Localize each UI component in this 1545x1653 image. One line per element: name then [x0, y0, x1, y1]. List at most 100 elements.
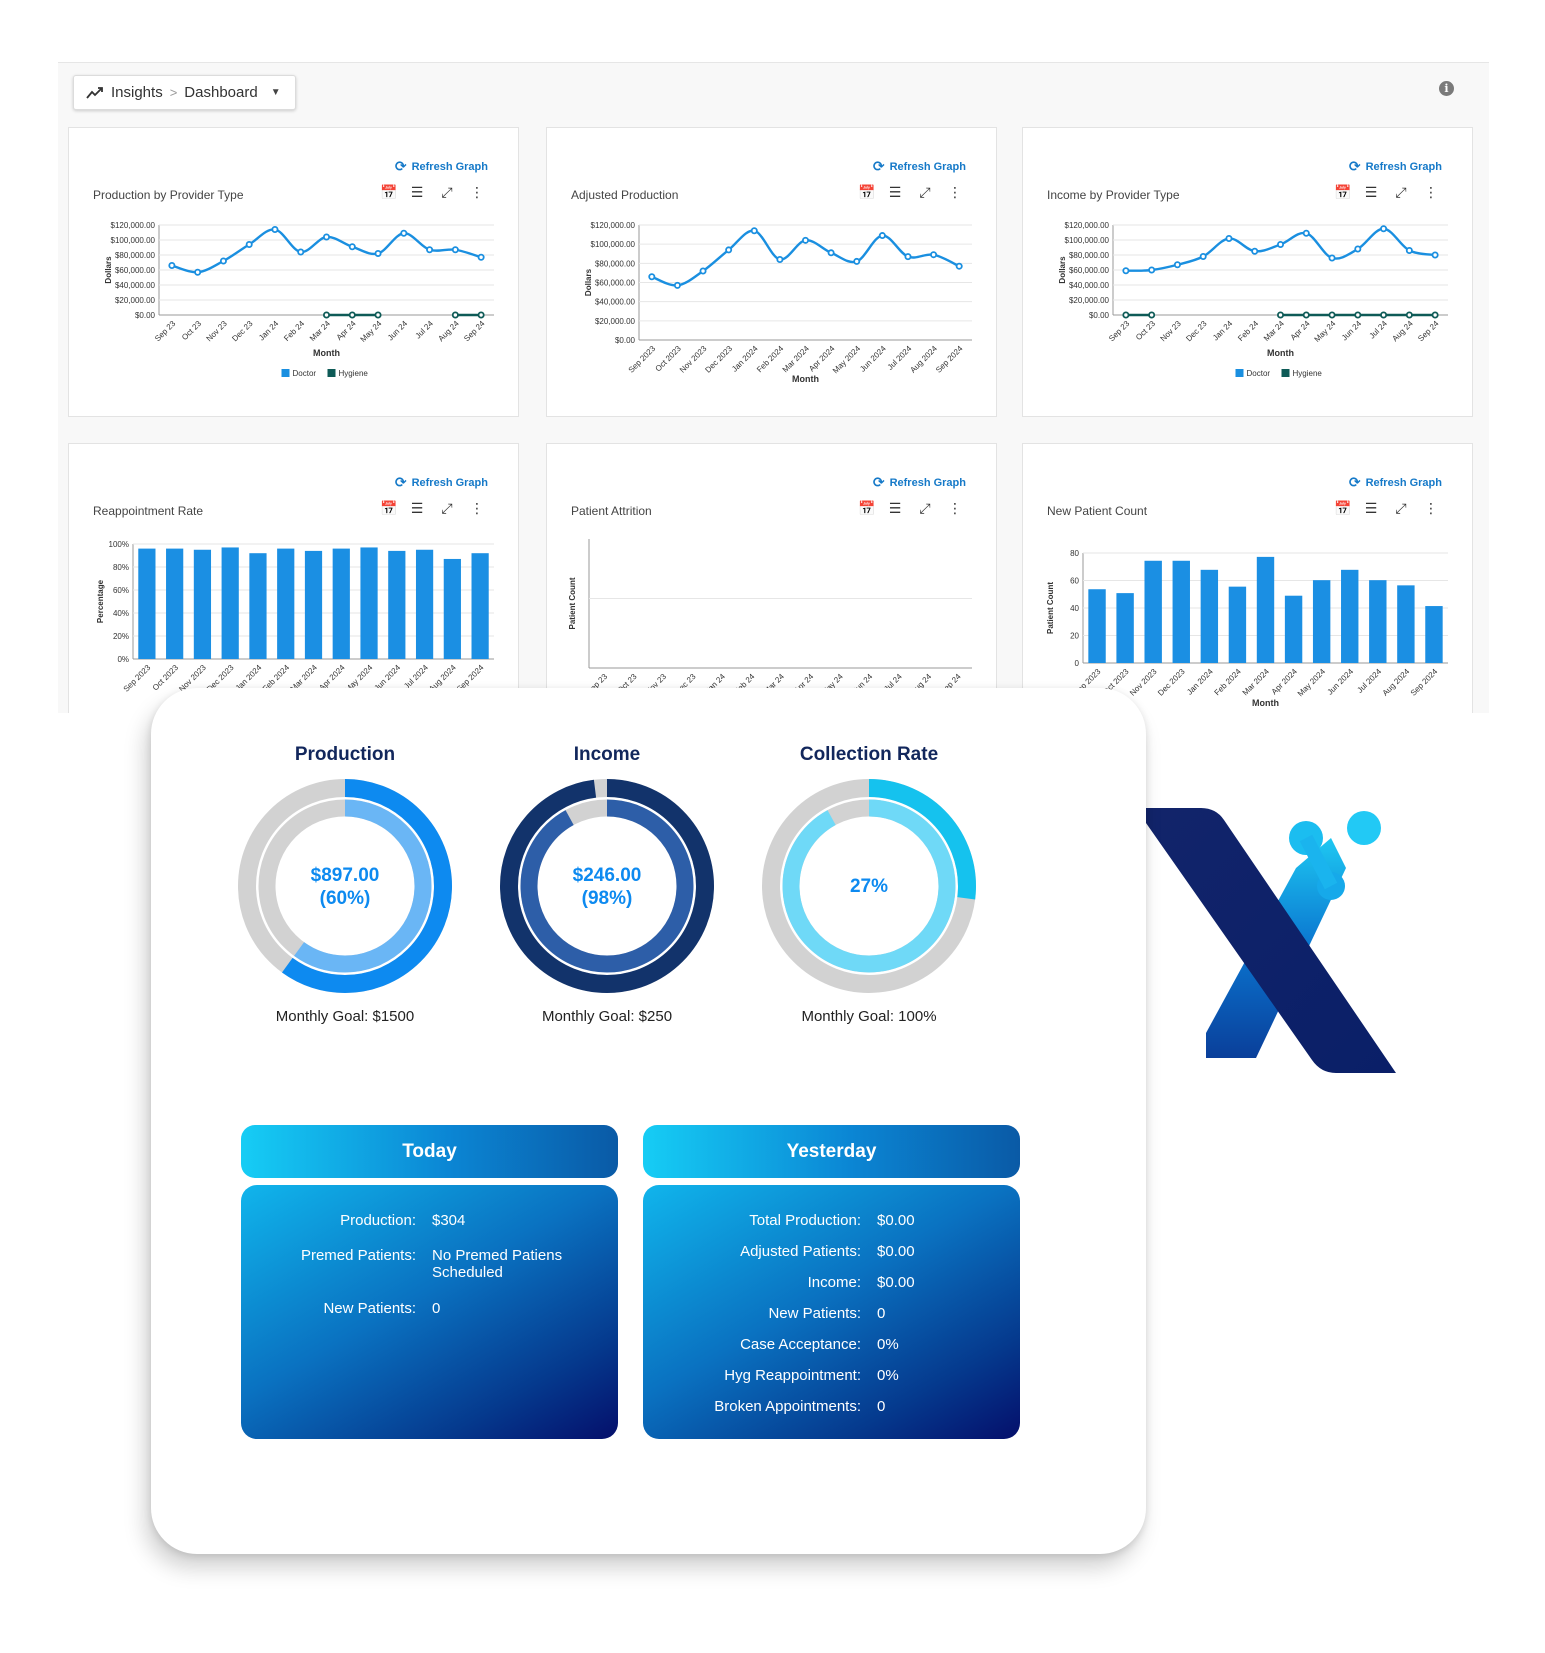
bar[interactable]: [1369, 580, 1387, 663]
x-tick-label: Sep 24: [462, 319, 487, 344]
data-point[interactable]: [374, 311, 382, 319]
data-point[interactable]: [776, 255, 784, 263]
breadcrumb[interactable]: Insights > Dashboard ▼: [73, 75, 296, 110]
data-point[interactable]: [477, 253, 485, 261]
bar[interactable]: [1088, 589, 1106, 663]
data-point[interactable]: [1405, 247, 1413, 255]
y-tick-label: $100,000.00: [111, 236, 156, 245]
bar[interactable]: [166, 548, 184, 659]
y-tick-label: $40,000.00: [1069, 281, 1110, 290]
data-point[interactable]: [1251, 247, 1259, 255]
bar[interactable]: [277, 548, 295, 659]
data-point[interactable]: [374, 250, 382, 258]
data-point[interactable]: [1354, 245, 1362, 253]
breadcrumb-dashboard[interactable]: Dashboard: [184, 84, 257, 101]
bar[interactable]: [221, 547, 239, 659]
x-tick-label: Feb 24: [282, 319, 306, 343]
bar[interactable]: [388, 550, 406, 659]
y-tick-label: $60,000.00: [1069, 266, 1110, 275]
data-point[interactable]: [930, 251, 938, 259]
data-point[interactable]: [904, 253, 912, 261]
bar[interactable]: [1172, 560, 1190, 663]
data-point[interactable]: [245, 241, 253, 249]
data-point[interactable]: [1276, 311, 1284, 319]
data-point[interactable]: [400, 229, 408, 237]
bar[interactable]: [1200, 569, 1219, 663]
bar[interactable]: [360, 547, 378, 659]
data-point[interactable]: [699, 267, 707, 275]
data-point[interactable]: [955, 262, 963, 270]
data-point[interactable]: [1148, 311, 1156, 319]
data-point[interactable]: [348, 311, 356, 319]
data-point[interactable]: [1302, 311, 1310, 319]
bar[interactable]: [1341, 569, 1359, 663]
bar[interactable]: [249, 553, 267, 659]
x-tick-label: Mar 24: [308, 319, 332, 343]
bar[interactable]: [443, 558, 461, 659]
bar[interactable]: [471, 553, 489, 659]
yesterday-row: Total Production: $0.00: [749, 1212, 915, 1229]
data-point[interactable]: [1328, 254, 1336, 262]
bar[interactable]: [1425, 606, 1443, 663]
data-point[interactable]: [219, 257, 227, 265]
data-point[interactable]: [648, 273, 656, 281]
bar[interactable]: [415, 549, 434, 659]
data-point[interactable]: [477, 311, 485, 319]
data-point[interactable]: [1122, 311, 1130, 319]
data-point[interactable]: [853, 257, 861, 265]
data-point[interactable]: [1405, 311, 1413, 319]
data-point[interactable]: [426, 246, 434, 254]
data-point[interactable]: [1431, 311, 1439, 319]
bar[interactable]: [1397, 585, 1415, 663]
data-point[interactable]: [322, 233, 330, 241]
chart-canvas: Dollars Month $120,000.00 $100,000.00 $80,00…: [1058, 221, 1448, 378]
bar[interactable]: [1256, 556, 1275, 663]
breadcrumb-insights[interactable]: Insights: [111, 84, 163, 101]
data-point[interactable]: [750, 227, 758, 235]
data-point[interactable]: [297, 248, 305, 256]
bar[interactable]: [1144, 560, 1162, 663]
x-tick-label: Sep 2023: [122, 663, 153, 694]
data-point[interactable]: [271, 226, 279, 234]
data-point[interactable]: [348, 243, 356, 251]
bar[interactable]: [138, 548, 156, 659]
data-point[interactable]: [725, 246, 733, 254]
production-by-provider-card: ⟳ Refresh Graph Production by Provider Typ…: [68, 127, 519, 417]
data-point[interactable]: [168, 261, 176, 269]
data-point[interactable]: [827, 249, 835, 257]
data-point[interactable]: [1148, 266, 1156, 274]
data-point[interactable]: [1431, 251, 1439, 259]
data-point[interactable]: [1380, 225, 1388, 233]
bar[interactable]: [1116, 593, 1134, 663]
x-tick-label: Jan 2024: [1185, 667, 1215, 697]
chevron-down-icon[interactable]: ▼: [271, 87, 281, 98]
bar[interactable]: [1284, 595, 1303, 663]
data-point[interactable]: [322, 311, 330, 319]
x-tick-label: Aug 24: [1390, 319, 1415, 344]
x-tick-label: Sep 2023: [627, 344, 658, 375]
bar[interactable]: [1312, 580, 1331, 663]
data-point[interactable]: [1354, 311, 1362, 319]
gauge-title: Collection Rate: [799, 744, 939, 765]
data-point[interactable]: [1122, 267, 1130, 275]
bar[interactable]: [332, 548, 350, 659]
reappointment-rate-card: ⟳ Refresh Graph Reappointment Rate 📅 ☰ ⤢ ⋮ Perc…: [68, 443, 519, 713]
data-point[interactable]: [801, 236, 809, 244]
data-point[interactable]: [1173, 261, 1181, 269]
info-icon[interactable]: i: [1439, 81, 1454, 96]
data-point[interactable]: [1380, 311, 1388, 319]
data-point[interactable]: [451, 246, 459, 254]
x-tick-label: May 2024: [1296, 667, 1328, 699]
bar[interactable]: [193, 549, 212, 659]
data-point[interactable]: [1328, 311, 1336, 319]
data-point[interactable]: [451, 311, 459, 319]
data-point[interactable]: [1199, 253, 1207, 261]
data-point[interactable]: [1225, 235, 1233, 243]
data-point[interactable]: [878, 232, 886, 240]
bar[interactable]: [1228, 586, 1247, 663]
data-point[interactable]: [673, 281, 681, 289]
data-point[interactable]: [1276, 241, 1284, 249]
data-point[interactable]: [1302, 229, 1310, 237]
bar[interactable]: [304, 550, 323, 659]
data-point[interactable]: [194, 268, 202, 276]
